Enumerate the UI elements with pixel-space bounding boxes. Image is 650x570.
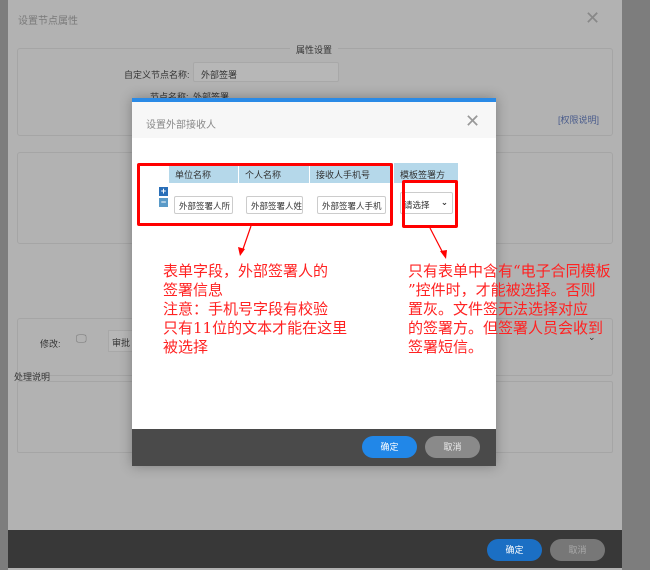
arrow-left-head (238, 247, 245, 256)
arrow-right-head (440, 250, 447, 259)
arrow-left (241, 225, 252, 253)
annotation-signer-note: 只有表单中含有“电子合同模板 ”控件时，才能被选择。否则 置灰。文件签无法选择对… (408, 262, 611, 356)
annotation-fields-note: 表单字段，外部签署人的 签署信息 注意：手机号字段有校验 只有11位的文本才能在… (163, 262, 348, 356)
